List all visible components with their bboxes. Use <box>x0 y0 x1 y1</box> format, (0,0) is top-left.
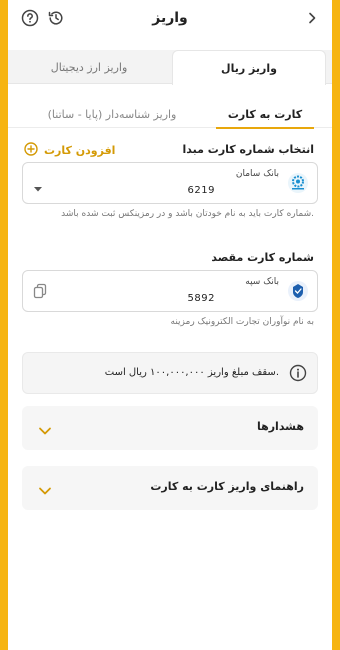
source-card-number: 6219 <box>187 185 215 196</box>
deposit-limit-notice: سقف مبلغ واریز ۱۰۰,۰۰۰,۰۰۰ ریال است. <box>22 352 318 394</box>
sub-tab-bar: واریز شناسه‌دار (پایا - ساتنا) کارت به ک… <box>8 100 332 129</box>
source-bank-name: بانک سامان <box>235 169 279 179</box>
source-card-hint: شماره کارت باید به نام خودتان باشد و در … <box>61 209 314 219</box>
deposit-limit-text: سقف مبلغ واریز ۱۰۰,۰۰۰,۰۰۰ ریال است. <box>104 367 279 378</box>
top-tab-bar: واریز ارز دیجیتال واریز ریال <box>8 50 332 85</box>
sepah-bank-logo-icon <box>287 280 309 302</box>
app-screen: واریز واریز ارز دیجیتال واریز ریال واریز… <box>8 0 332 650</box>
page-title: واریز <box>152 10 188 26</box>
add-card-button[interactable]: افزودن کارت <box>24 141 116 159</box>
help-circle-icon[interactable] <box>20 8 40 28</box>
saman-bank-logo-icon <box>287 172 309 194</box>
caret-down-icon <box>33 178 43 197</box>
history-icon[interactable] <box>46 8 66 28</box>
source-card-label: انتخاب شماره کارت مبدا <box>182 143 314 156</box>
chevron-down-icon <box>38 421 52 440</box>
copy-icon[interactable] <box>33 283 47 303</box>
source-card-select[interactable]: بانک سامان 6219 <box>22 162 318 204</box>
chevron-down-icon <box>38 481 52 500</box>
chevron-right-icon[interactable] <box>302 8 322 28</box>
destination-card-hint: به نام نوآوران تجارت الکترونیک رمزینه <box>170 317 314 327</box>
destination-bank-name: بانک سپه <box>245 277 279 287</box>
info-circle-icon <box>289 364 307 386</box>
tab-card-to-card[interactable]: کارت به کارت <box>216 100 314 129</box>
accordion-guide-title: راهنمای واریز کارت به کارت <box>150 480 304 493</box>
destination-card-label: شماره کارت مقصد <box>211 251 314 264</box>
tab-crypto-deposit[interactable]: واریز ارز دیجیتال <box>14 50 164 84</box>
accordion-guide[interactable]: راهنمای واریز کارت به کارت <box>22 466 318 510</box>
tab-rial-deposit[interactable]: واریز ریال <box>172 50 326 85</box>
header-bar: واریز <box>8 0 332 36</box>
add-card-label: افزودن کارت <box>44 143 116 157</box>
tab-id-deposit[interactable]: واریز شناسه‌دار (پایا - ساتنا) <box>22 100 202 128</box>
destination-card-field: بانک سپه 5892 <box>22 270 318 312</box>
plus-circle-icon <box>24 141 38 159</box>
accordion-warnings-title: هشدارها <box>256 420 304 433</box>
destination-card-number: 5892 <box>187 293 215 304</box>
accordion-warnings[interactable]: هشدارها <box>22 406 318 450</box>
